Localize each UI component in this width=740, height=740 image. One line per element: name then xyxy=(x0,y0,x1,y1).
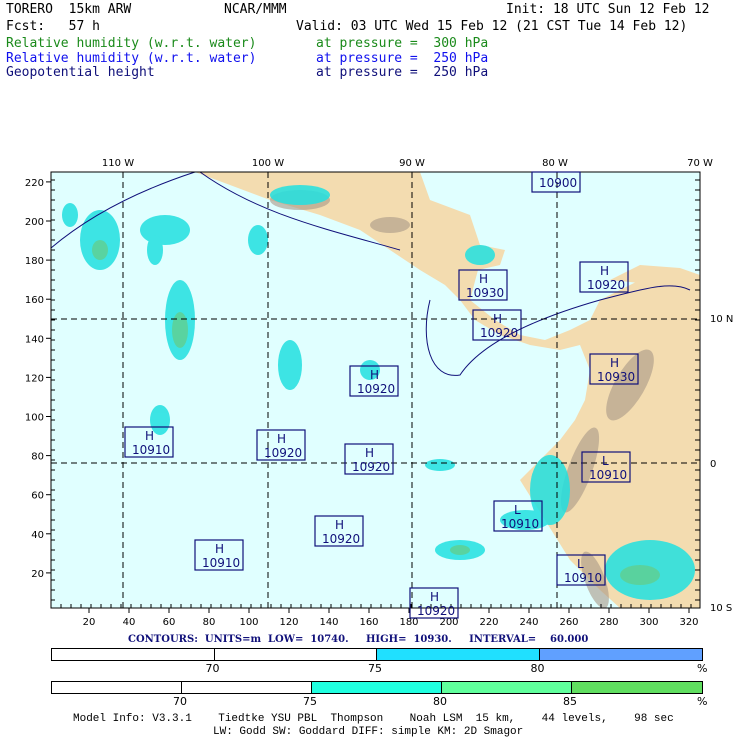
center-value: 10910 xyxy=(501,517,539,531)
x-tick-label: 280 xyxy=(599,617,618,628)
legend-swatch xyxy=(442,682,572,693)
field-2-level: at pressure = 250 hPa xyxy=(316,51,489,66)
field-1-level: at pressure = 300 hPa xyxy=(316,36,489,51)
x-tick-label: 100 xyxy=(239,617,258,628)
center-value: 10920 xyxy=(417,604,455,618)
longitude-label: 90 W xyxy=(399,158,425,169)
legend-label: 80 xyxy=(530,662,545,675)
center-type: H xyxy=(370,368,379,382)
center-type: H xyxy=(610,356,619,370)
center-value: 10920 xyxy=(357,382,395,396)
legend-label: 75 xyxy=(368,662,382,675)
legend-unit: % xyxy=(697,695,708,708)
center-type: H xyxy=(335,518,344,532)
longitude-label: 70 W xyxy=(687,158,713,169)
model-info-line2: LW: Godd SW: Goddard DIFF: simple KM: 2D… xyxy=(213,726,524,738)
legend-swatch xyxy=(52,682,182,693)
x-tick-label: 40 xyxy=(123,617,136,628)
x-tick-label: 180 xyxy=(399,617,418,628)
legend-swatch xyxy=(377,649,540,660)
center-value: 10920 xyxy=(352,460,390,474)
center-value: 10930 xyxy=(597,370,635,384)
init-time: Init: 18 UTC Sun 12 Feb 12 xyxy=(506,2,710,17)
longitude-label: 80 W xyxy=(542,158,568,169)
center-type: H xyxy=(430,590,439,604)
legend-unit: % xyxy=(697,662,708,675)
center-value: 10920 xyxy=(322,532,360,546)
legend-label: 70 xyxy=(205,662,220,675)
legend-swatch xyxy=(312,682,442,693)
legend-swatch xyxy=(52,649,215,660)
weather-map: 110 W 100 W 90 W 80 W 70 W 10 N 0 10 S 220 200 180… xyxy=(25,158,733,628)
center-value: 10910 xyxy=(564,571,602,585)
x-tick-label: 80 xyxy=(203,617,216,628)
rh250-legend-bar xyxy=(51,648,703,661)
legend-swatch xyxy=(214,649,377,660)
legend-label: 80 xyxy=(433,695,447,708)
x-tick-label: 300 xyxy=(639,617,658,628)
field-1-name: Relative humidity (w.r.t. water) xyxy=(6,36,257,51)
center-type: H xyxy=(145,429,154,443)
center-type: H xyxy=(215,542,224,556)
y-tick-label: 60 xyxy=(31,491,44,502)
y-tick-label: 180 xyxy=(25,256,44,267)
x-tick-label: 320 xyxy=(679,617,698,628)
center-type: L xyxy=(602,454,609,468)
x-tick-label: 200 xyxy=(439,617,458,628)
x-tick-label: 240 xyxy=(519,617,538,628)
field-2-name: Relative humidity (w.r.t. water) xyxy=(6,51,257,66)
center-type: L xyxy=(577,557,584,571)
y-tick-label: 100 xyxy=(25,413,44,424)
model-name: TORERO 15km ARW xyxy=(6,2,132,17)
latitude-label: 10 N xyxy=(710,314,733,325)
center-value: 10920 xyxy=(587,278,625,292)
y-tick-label: 200 xyxy=(25,217,44,228)
center-type: H xyxy=(600,264,609,278)
legend-label: 85 xyxy=(563,695,577,708)
x-tick-label: 160 xyxy=(359,617,378,628)
center-type: H xyxy=(479,272,488,286)
legend-swatch xyxy=(539,649,702,660)
latitude-label: 0 xyxy=(710,459,716,470)
longitude-label: 100 W xyxy=(252,158,284,169)
model-info-line1: Model Info: V3.3.1 Tiedtke YSU PBL Thomp… xyxy=(73,713,674,725)
forecast-hour: Fcst: 57 h xyxy=(6,19,100,34)
legend-label: 75 xyxy=(303,695,317,708)
field-3-name: Geopotential height xyxy=(6,65,155,80)
x-tick-label: 20 xyxy=(83,617,96,628)
legend-label: 70 xyxy=(173,695,187,708)
y-tick-label: 220 xyxy=(25,178,44,189)
rh300-legend-bar xyxy=(51,681,703,694)
center-value: 10910 xyxy=(589,468,627,482)
center-type: H xyxy=(365,446,374,460)
x-tick-label: 140 xyxy=(319,617,338,628)
center-value: 10900 xyxy=(539,176,577,190)
y-tick-label: 80 xyxy=(31,452,44,463)
legend-swatch xyxy=(572,682,702,693)
y-tick-label: 40 xyxy=(31,530,44,541)
x-tick-label: 260 xyxy=(559,617,578,628)
center-value: 10920 xyxy=(480,326,518,340)
center-value: 10920 xyxy=(264,446,302,460)
y-tick-label: 140 xyxy=(25,334,44,345)
contour-info: CONTOURS: UNITS=m LOW= 10740. HIGH= 1093… xyxy=(128,634,589,645)
center-value: 10930 xyxy=(466,286,504,300)
x-tick-label: 220 xyxy=(479,617,498,628)
legend-swatch xyxy=(182,682,312,693)
center-name: NCAR/MMM xyxy=(224,2,287,17)
center-value: 10910 xyxy=(202,556,240,570)
center-value: 10910 xyxy=(132,443,170,457)
y-tick-label: 160 xyxy=(25,295,44,306)
center-type: H xyxy=(277,432,286,446)
valid-time: Valid: 03 UTC Wed 15 Feb 12 (21 CST Tue … xyxy=(296,19,688,34)
y-tick-label: 120 xyxy=(25,373,44,384)
longitude-label: 110 W xyxy=(102,158,134,169)
y-tick-label: 20 xyxy=(31,569,44,580)
center-type: H xyxy=(493,312,502,326)
center-type: L xyxy=(514,503,521,517)
x-tick-label: 60 xyxy=(163,617,176,628)
latitude-label: 10 S xyxy=(710,603,732,614)
x-tick-label: 120 xyxy=(279,617,298,628)
field-3-level: at pressure = 250 hPa xyxy=(316,65,489,80)
